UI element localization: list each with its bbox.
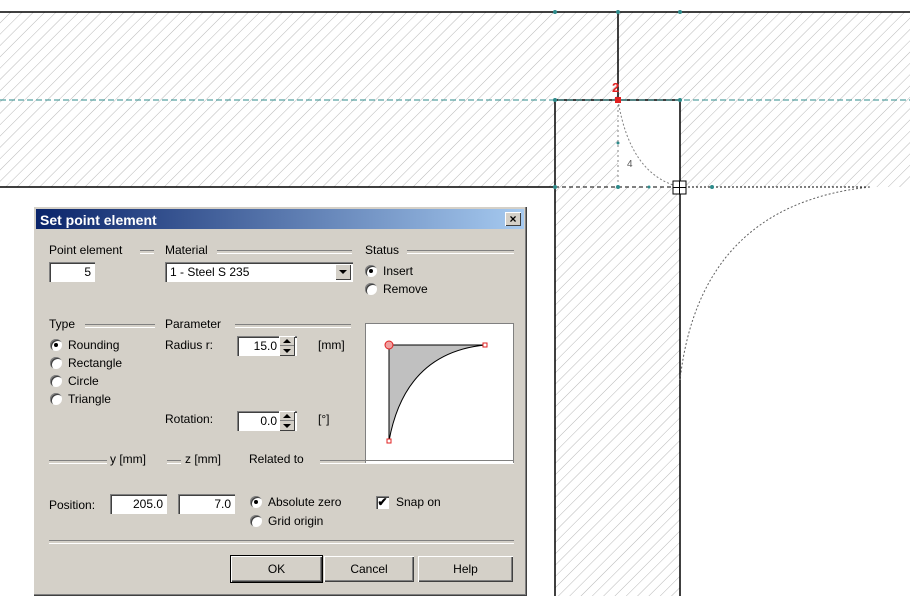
related-to-label: Related to [249, 452, 304, 466]
help-button[interactable]: Help [418, 556, 513, 582]
position-z-field[interactable]: 7.0 [178, 494, 235, 514]
cancel-button[interactable]: Cancel [324, 556, 414, 582]
button-separator [49, 540, 514, 544]
point-element-groupline [140, 250, 154, 254]
dialog-title: Set point element [40, 212, 157, 228]
chevron-down-icon[interactable] [335, 264, 351, 280]
type-label: Type [49, 317, 76, 331]
type-circle-label: Circle [68, 374, 99, 388]
rotation-label: Rotation: [165, 412, 214, 426]
position-y-field[interactable]: 205.0 [110, 494, 167, 514]
material-groupline [217, 250, 352, 254]
type-circle-radio[interactable] [50, 375, 62, 387]
point-element-label: Point element [49, 243, 123, 257]
point-label: 2 [612, 80, 619, 95]
rotation-unit: [°] [318, 412, 330, 426]
shape-preview [365, 323, 514, 464]
rotation-value: 0.0 [260, 414, 277, 428]
type-rounding-label: Rounding [68, 338, 120, 352]
status-groupline [407, 250, 514, 254]
position-y-value: 205.0 [132, 497, 163, 511]
related-absolute-label: Absolute zero [268, 495, 342, 509]
position-groupline [49, 460, 107, 464]
preview-end-point [482, 342, 488, 348]
position-label: Position: [49, 498, 96, 512]
point-element-value: 5 [84, 265, 91, 279]
position-z-value: 7.0 [214, 497, 231, 511]
material-value: 1 - Steel S 235 [170, 265, 250, 279]
type-rectangle-radio[interactable] [50, 357, 62, 369]
related-grid-label: Grid origin [268, 514, 324, 528]
radius-field[interactable]: 15.0 [237, 336, 297, 356]
related-grid-radio[interactable] [250, 515, 262, 527]
fillet-region [618, 100, 680, 187]
parameter-label: Parameter [165, 317, 222, 331]
preview-origin-point [384, 340, 394, 350]
type-triangle-label: Triangle [68, 392, 111, 406]
rotation-spinner[interactable] [279, 411, 295, 431]
status-insert-label: Insert [383, 264, 414, 278]
status-insert-radio[interactable] [365, 265, 377, 277]
snap-checkbox[interactable]: ✔ [376, 496, 389, 509]
radius-value: 15.0 [253, 339, 277, 353]
point-element-field[interactable]: 5 [49, 262, 95, 282]
status-remove-radio[interactable] [365, 283, 377, 295]
hatch-vertical-web [555, 187, 680, 596]
parameter-groupline [235, 324, 351, 328]
fillet-arc-large [679, 186, 871, 381]
area-label: 4 [627, 159, 633, 170]
close-button[interactable]: × [505, 212, 521, 226]
related-to-groupline [320, 460, 514, 464]
rotation-field[interactable]: 0.0 [237, 411, 297, 431]
position-z-header: z [mm] [185, 452, 221, 466]
related-absolute-radio[interactable] [250, 496, 262, 508]
status-remove-label: Remove [383, 282, 428, 296]
snap-label: Snap on [396, 495, 441, 509]
position-groupline-2 [167, 460, 181, 464]
set-point-element-dialog: Set point element × Point element 5 Mate… [33, 206, 527, 596]
position-y-header: y [mm] [110, 452, 146, 466]
dialog-titlebar[interactable]: Set point element × [36, 209, 524, 229]
point-marker[interactable] [615, 97, 621, 103]
status-label: Status [365, 243, 400, 257]
material-label: Material [165, 243, 208, 257]
material-select[interactable]: 1 - Steel S 235 [165, 262, 353, 282]
radius-spinner[interactable] [279, 336, 295, 356]
type-triangle-radio[interactable] [50, 393, 62, 405]
radius-unit: [mm] [318, 338, 345, 352]
type-groupline [85, 324, 155, 328]
preview-end-point [386, 438, 392, 444]
ok-button[interactable]: OK [230, 555, 323, 583]
type-rounding-radio[interactable] [50, 339, 62, 351]
radius-label: Radius r: [165, 338, 214, 352]
type-rectangle-label: Rectangle [68, 356, 123, 370]
